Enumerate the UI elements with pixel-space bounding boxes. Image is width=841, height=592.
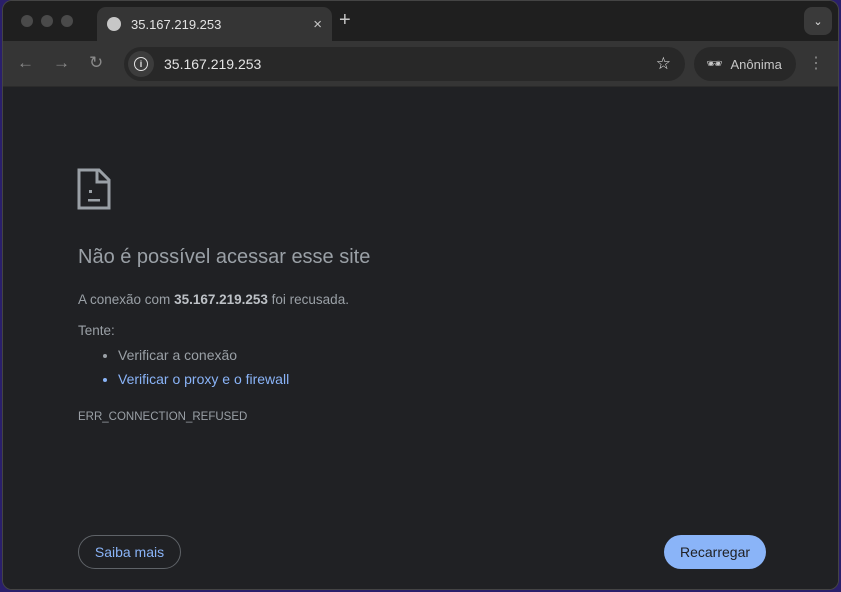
try-label: Tente: <box>78 323 115 338</box>
tab-title: 35.167.219.253 <box>131 16 222 32</box>
error-page: Não é possível acessar esse site A conex… <box>3 88 838 589</box>
minimize-window-button[interactable] <box>41 15 53 27</box>
tab-strip: 35.167.219.253 × + ⌄ <box>3 1 838 41</box>
forward-button[interactable]: → <box>53 53 70 73</box>
toolbar: ← → ↻ i 35.167.219.253 ☆ 🕶 Anônima ⋮ <box>3 41 838 87</box>
new-tab-button[interactable]: + <box>339 9 351 32</box>
learn-more-button[interactable]: Saiba mais <box>78 535 181 569</box>
tab-search-button[interactable]: ⌄ <box>804 7 832 35</box>
site-info-button[interactable]: i <box>128 51 154 77</box>
desc-suffix: foi recusada. <box>267 292 349 307</box>
back-button[interactable]: ← <box>17 53 34 73</box>
browser-window: 35.167.219.253 × + ⌄ ← → ↻ i 35.167.219.… <box>2 0 839 590</box>
error-description: A conexão com 35.167.219.253 foi recusad… <box>78 292 349 307</box>
incognito-profile-button[interactable]: 🕶 Anônima <box>694 47 796 81</box>
incognito-icon: 🕶 <box>706 56 723 71</box>
reload-page-button[interactable]: Recarregar <box>664 535 766 569</box>
tab-close-icon[interactable]: × <box>313 16 322 33</box>
url-text[interactable]: 35.167.219.253 <box>164 56 656 72</box>
bookmark-star-icon[interactable]: ☆ <box>656 54 671 74</box>
address-bar[interactable]: i 35.167.219.253 ☆ <box>124 47 685 81</box>
globe-icon <box>107 17 121 31</box>
error-code: ERR_CONNECTION_REFUSED <box>78 411 248 423</box>
error-heading: Não é possível acessar esse site <box>78 246 371 268</box>
suggestion-check-connection: Verificar a conexão <box>118 347 289 363</box>
info-icon: i <box>134 57 148 71</box>
reload-button[interactable]: ↻ <box>89 53 103 73</box>
maximize-window-button[interactable] <box>61 15 73 27</box>
desc-host: 35.167.219.253 <box>174 292 268 307</box>
sad-page-icon <box>77 168 111 210</box>
menu-button[interactable]: ⋮ <box>808 53 824 73</box>
suggestions-list: Verificar a conexão Verificar o proxy e … <box>118 347 289 395</box>
suggestion-check-proxy-link[interactable]: Verificar o proxy e o firewall <box>118 371 289 387</box>
desc-prefix: A conexão com <box>78 292 175 307</box>
tab-active[interactable]: 35.167.219.253 × <box>97 7 332 41</box>
profile-label: Anônima <box>730 56 782 72</box>
close-window-button[interactable] <box>21 15 33 27</box>
